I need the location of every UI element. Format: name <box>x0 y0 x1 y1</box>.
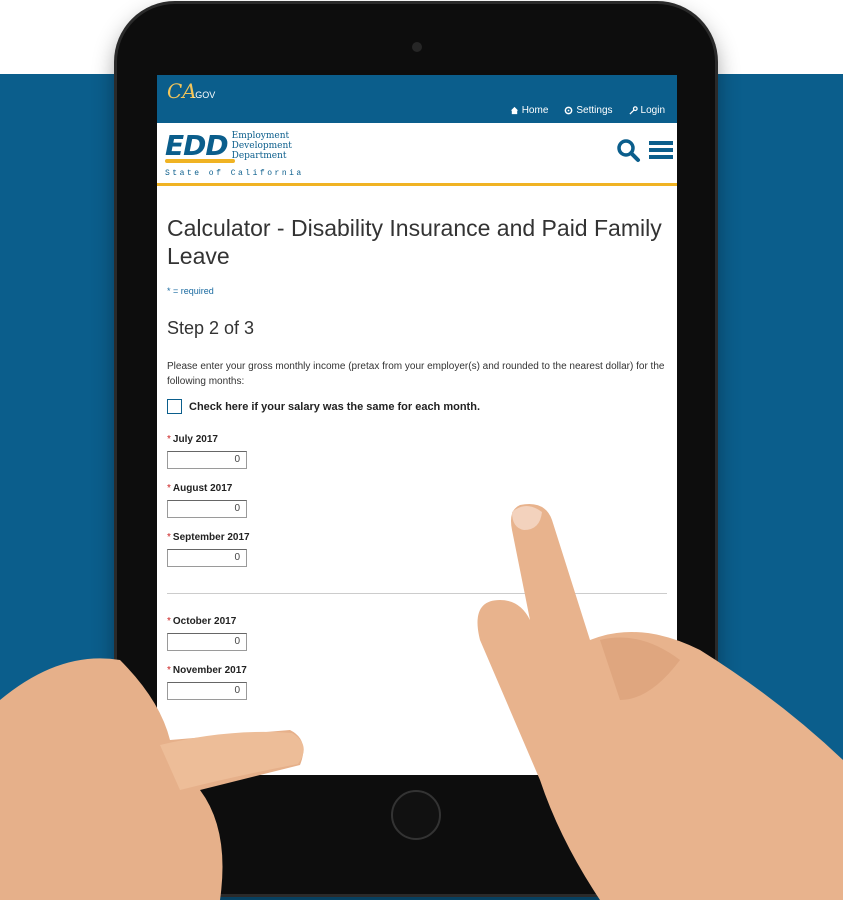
main-content: Calculator - Disability Insurance and Pa… <box>157 186 677 700</box>
income-input-october[interactable]: 0 <box>167 633 247 651</box>
month-label-text: September 2017 <box>172 532 250 543</box>
required-asterisk: * <box>167 434 171 445</box>
search-icon[interactable] <box>615 137 641 163</box>
menu-icon[interactable] <box>649 139 673 161</box>
site-header: EDD Employment Development Department St… <box>157 123 677 186</box>
home-link[interactable]: Home <box>510 105 549 116</box>
month-label-text: August 2017 <box>172 483 233 494</box>
edd-logo-swoosh <box>165 159 235 163</box>
gear-icon <box>565 106 573 115</box>
edd-logo-mark: EDD <box>165 129 235 163</box>
required-asterisk: * <box>167 665 171 676</box>
month-label-text: October 2017 <box>172 616 237 627</box>
same-salary-label[interactable]: Check here if your salary was the same f… <box>189 401 480 413</box>
home-icon <box>510 106 518 115</box>
instructions-text: Please enter your gross monthly income (… <box>167 361 665 387</box>
login-link-label: Login <box>640 105 665 116</box>
income-input-august[interactable]: 0 <box>167 500 247 518</box>
photo-stage: CA.GOV Home Settings Login EDD Employmen… <box>0 0 843 900</box>
month-field-september: * September 2017 0 <box>167 532 667 567</box>
ca-gov-logo[interactable]: CA.GOV <box>167 79 215 103</box>
month-label: * October 2017 <box>167 616 667 627</box>
required-asterisk: * <box>167 616 171 627</box>
same-salary-row[interactable]: Check here if your salary was the same f… <box>167 399 667 414</box>
key-icon <box>628 106 638 115</box>
step-indicator: Step 2 of 3 <box>167 318 255 338</box>
edd-logo[interactable]: EDD Employment Development Department <box>165 129 292 163</box>
income-input-november[interactable]: 0 <box>167 682 247 700</box>
income-input-september[interactable]: 0 <box>167 549 247 567</box>
required-note: * = required <box>167 286 214 296</box>
required-asterisk: * <box>167 532 171 543</box>
edd-logo-word-3: Department <box>231 151 287 161</box>
ca-logo-sub: .GOV <box>192 90 216 100</box>
edd-logo-mark-text: EDD <box>165 129 229 162</box>
month-label-text: November 2017 <box>172 665 247 676</box>
home-button[interactable] <box>391 790 441 840</box>
top-bar: CA.GOV Home Settings Login <box>157 75 677 123</box>
tablet-screen: CA.GOV Home Settings Login EDD Employmen… <box>157 75 677 775</box>
header-icons <box>615 137 673 163</box>
month-label: * November 2017 <box>167 665 667 676</box>
month-field-october: * October 2017 0 <box>167 616 667 651</box>
month-label-text: July 2017 <box>172 434 218 445</box>
edd-logo-state: State of California <box>165 169 304 178</box>
top-links: Home Settings Login <box>510 105 665 116</box>
edd-logo-word-1: Employment <box>231 131 290 141</box>
login-link[interactable]: Login <box>628 105 665 116</box>
section-divider <box>167 593 667 594</box>
settings-link[interactable]: Settings <box>564 105 613 116</box>
month-label: * July 2017 <box>167 434 667 445</box>
edd-logo-word-2: Development <box>231 141 292 151</box>
page-title: Calculator - Disability Insurance and Pa… <box>167 215 662 269</box>
required-asterisk: * <box>167 483 171 494</box>
home-link-label: Home <box>521 105 549 116</box>
income-input-july[interactable]: 0 <box>167 451 247 469</box>
camera-icon <box>412 42 422 52</box>
month-label: * August 2017 <box>167 483 667 494</box>
same-salary-checkbox[interactable] <box>167 399 182 414</box>
month-field-august: * August 2017 0 <box>167 483 667 518</box>
month-field-november: * November 2017 0 <box>167 665 667 700</box>
settings-link-label: Settings <box>576 105 613 116</box>
month-label: * September 2017 <box>167 532 667 543</box>
month-field-july: * July 2017 0 <box>167 434 667 469</box>
edd-logo-words: Employment Development Department <box>232 131 292 161</box>
